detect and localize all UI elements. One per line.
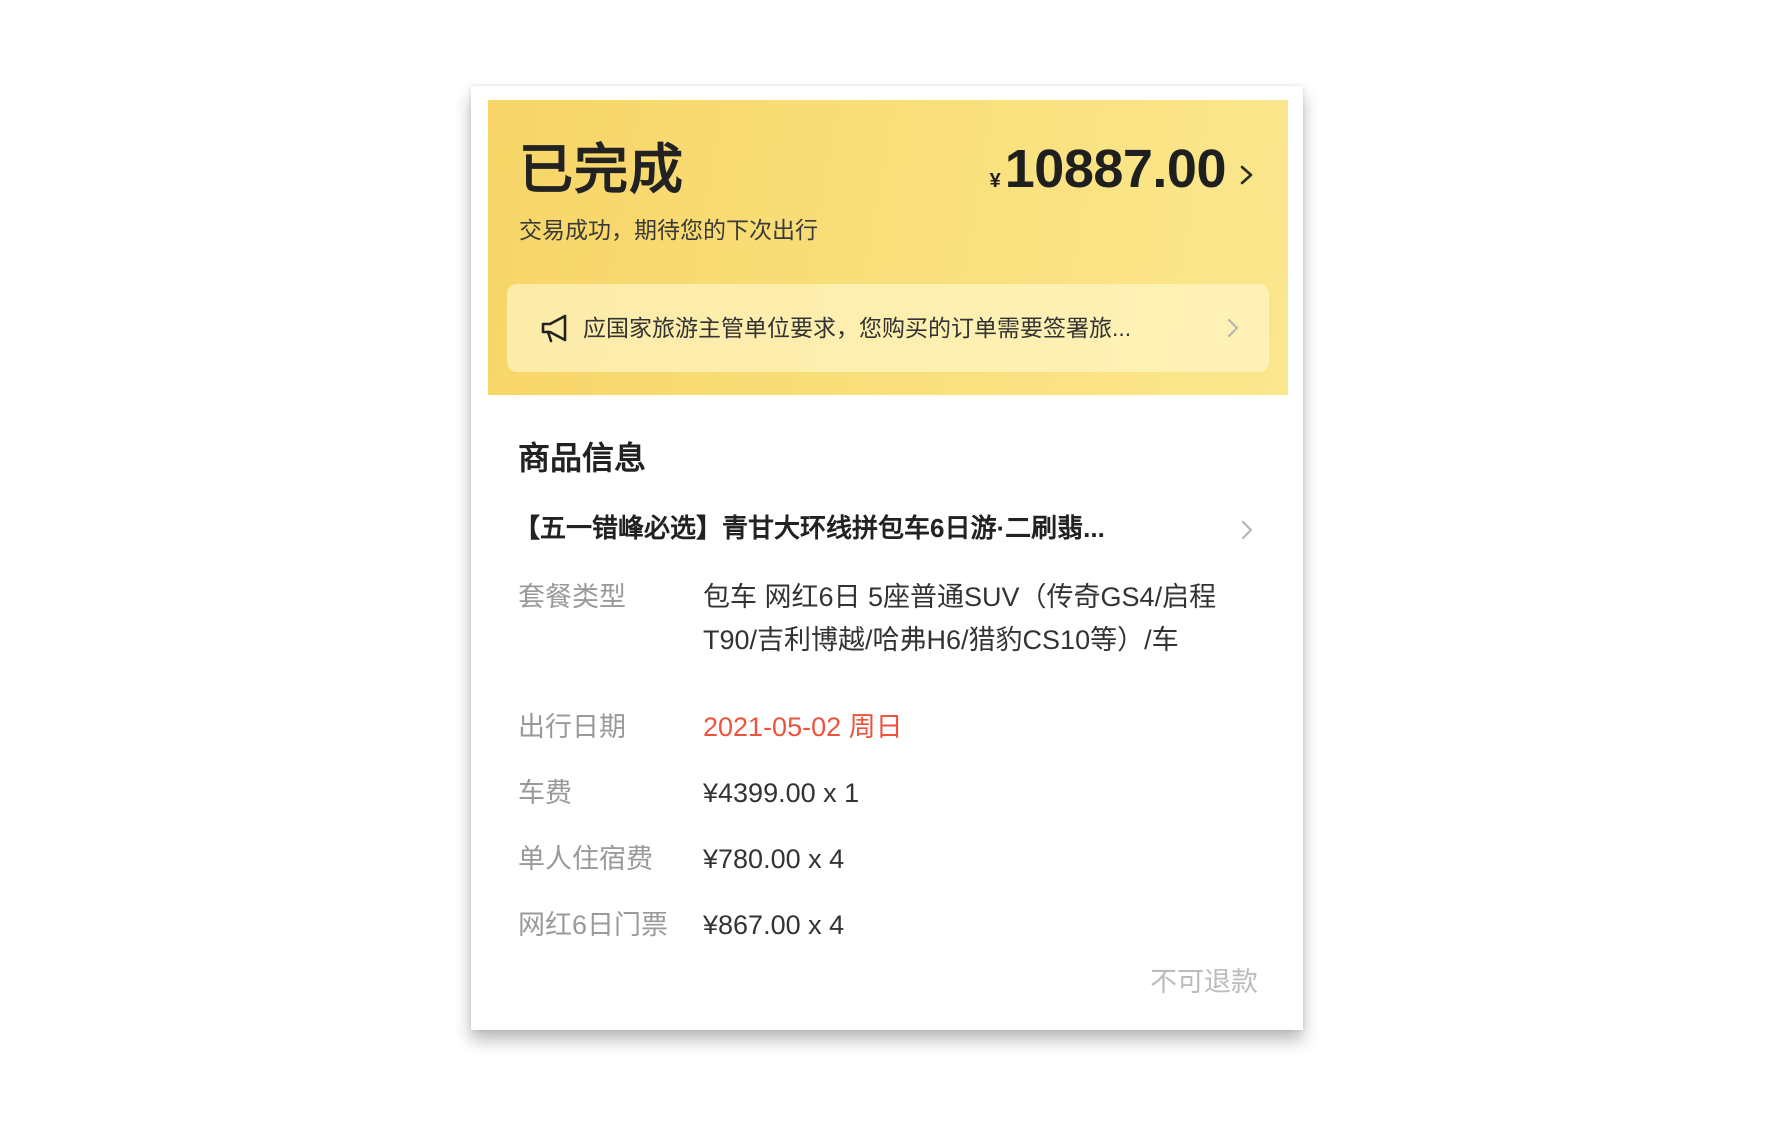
- chevron-right-icon: [1240, 165, 1253, 185]
- detail-value: ¥4399.00 x 1: [703, 778, 860, 808]
- order-status-header: 已完成 交易成功，期待您的下次出行 ¥ 10887.00 应国家旅游主管单位要求…: [488, 100, 1288, 395]
- detail-label: 套餐类型: [518, 582, 626, 612]
- detail-label: 单人住宿费: [518, 844, 653, 874]
- notice-banner[interactable]: 应国家旅游主管单位要求，您购买的订单需要签署旅...: [507, 284, 1269, 372]
- order-total-price-link[interactable]: ¥ 10887.00: [990, 138, 1258, 202]
- detail-value: ¥780.00 x 4: [703, 844, 845, 874]
- notice-text: 应国家旅游主管单位要求，您购买的订单需要签署旅...: [583, 315, 1132, 341]
- refund-policy-note: 不可退款: [1150, 967, 1258, 997]
- order-status-subtitle: 交易成功，期待您的下次出行: [519, 217, 818, 243]
- detail-value: ¥867.00 x 4: [703, 910, 845, 940]
- detail-label: 网红6日门票: [518, 910, 669, 940]
- order-status-title: 已完成: [519, 140, 684, 200]
- detail-value: 包车 网红6日 5座普通SUV（传奇GS4/启程T90/吉利博越/哈弗H6/猎豹…: [703, 582, 1217, 655]
- order-detail-card: 已完成 交易成功，期待您的下次出行 ¥ 10887.00 应国家旅游主管单位要求…: [471, 86, 1303, 1030]
- detail-value-date: 2021-05-02 周日: [703, 712, 903, 742]
- currency-symbol: ¥: [989, 170, 1001, 192]
- order-total-amount: 10887.00: [1004, 139, 1227, 199]
- section-title-product-info: 商品信息: [518, 440, 647, 476]
- detail-label: 车费: [518, 778, 572, 808]
- megaphone-icon: [541, 314, 567, 343]
- product-name-link[interactable]: 【五一错峰必选】青甘大环线拼包车6日游·二刷翡...: [514, 508, 1214, 548]
- chevron-right-icon: [1227, 318, 1239, 338]
- detail-label: 出行日期: [518, 712, 626, 742]
- chevron-right-icon[interactable]: [1239, 518, 1255, 542]
